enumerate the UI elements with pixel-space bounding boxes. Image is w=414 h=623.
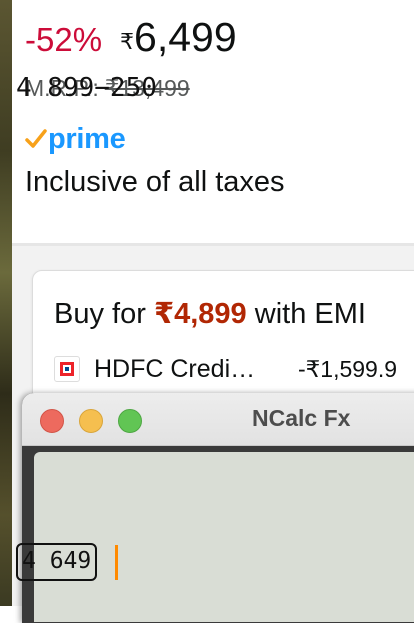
prime-badge[interactable]: prime: [25, 122, 126, 156]
emi-title: Buy for ₹4,899 with EMI: [54, 296, 366, 331]
emi-title-suffix: with EMI: [254, 298, 366, 330]
minimize-button[interactable]: [79, 409, 103, 433]
prime-label: prime: [48, 122, 126, 155]
currency-symbol: ₹: [120, 28, 135, 54]
calc-display[interactable]: [34, 452, 414, 622]
discount-percent: -52%: [25, 21, 103, 58]
bank-logo-icon: [60, 362, 74, 376]
window-title: NCalc Fx: [252, 405, 351, 431]
bank-offer-row[interactable]: HDFC Credi…: [54, 352, 255, 386]
calc-body: [22, 446, 414, 623]
bank-name: HDFC Credi…: [94, 354, 256, 383]
result-value[interactable]: 4 649: [16, 543, 98, 581]
prime-check-icon: [25, 129, 47, 148]
price-row: -52% ₹6,499: [25, 14, 237, 64]
desktop-wallpaper: [0, 0, 12, 606]
text-cursor: [115, 545, 118, 580]
emi-amount: ₹4,899: [153, 298, 247, 330]
price-amount: 6,499: [134, 14, 237, 60]
emi-title-prefix: Buy for: [54, 298, 146, 330]
tax-note: Inclusive of all taxes: [25, 166, 285, 198]
hdfc-logo-icon: [54, 356, 80, 382]
deal-price: ₹6,499: [120, 14, 237, 61]
window-titlebar[interactable]: NCalc Fx: [22, 393, 414, 446]
bank-discount: -₹1,599.9: [298, 356, 398, 382]
ncalc-window[interactable]: NCalc Fx: [22, 393, 414, 623]
expression-line[interactable]: 4 899−250: [16, 73, 157, 103]
close-button[interactable]: [40, 409, 64, 433]
zoom-button[interactable]: [118, 409, 142, 433]
